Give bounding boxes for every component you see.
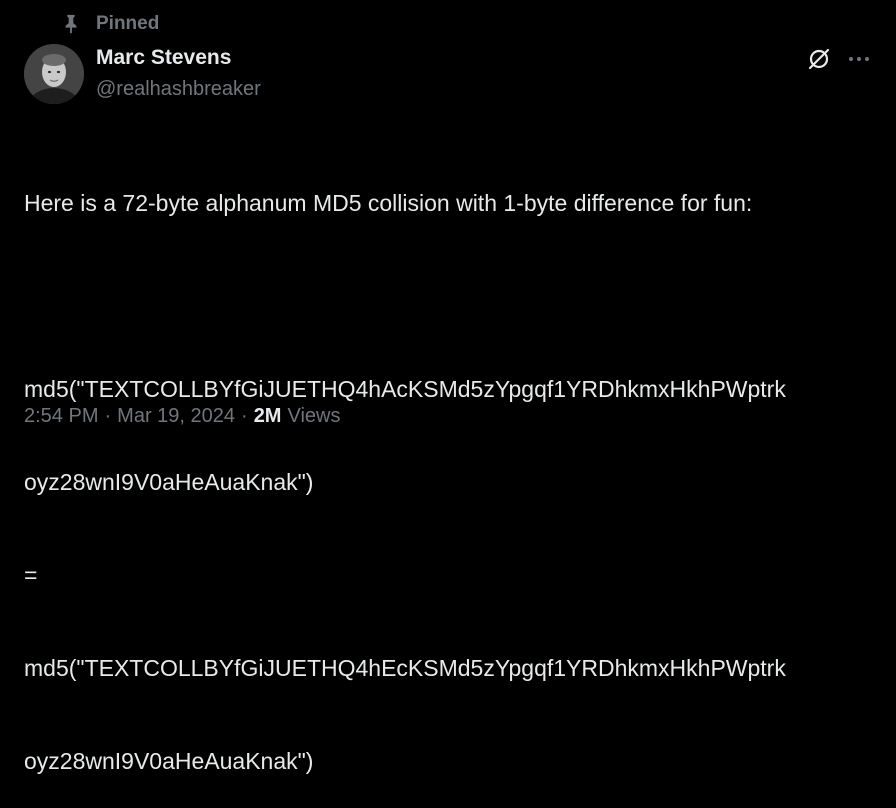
meta-separator: · [104, 404, 112, 427]
tweet-line: md5("TEXTCOLLBYfGiJUETHQ4hEcKSMd5zYpgqf1… [24, 655, 786, 681]
tweet-text: Here is a 72-byte alphanum MD5 collision… [24, 126, 880, 808]
tweet-line: = [24, 562, 38, 588]
tweet-line: Here is a 72-byte alphanum MD5 collision… [24, 190, 753, 216]
grok-icon[interactable] [806, 46, 832, 72]
views-count: 2M [253, 404, 282, 427]
tweet-date[interactable]: Mar 19, 2024 [117, 405, 235, 428]
more-icon[interactable] [846, 47, 872, 71]
tweet-line: oyz28wnI9V0aHeAuaKnak") [24, 748, 314, 774]
views-label: Views [287, 404, 341, 427]
author-display-name[interactable]: Marc Stevens [96, 45, 231, 71]
tweet-meta: 2:54 PM · Mar 19, 2024 · 2M Views [24, 401, 340, 431]
avatar[interactable] [24, 44, 84, 104]
meta-separator: · [241, 404, 248, 427]
pin-icon [65, 14, 77, 34]
tweet-time[interactable]: 2:54 PM [24, 405, 98, 428]
pinned-label: Pinned [96, 13, 160, 34]
avatar-photo [24, 44, 84, 104]
author-handle[interactable]: @realhashbreaker [96, 76, 261, 102]
tweet-line: oyz28wnI9V0aHeAuaKnak") [24, 469, 314, 495]
